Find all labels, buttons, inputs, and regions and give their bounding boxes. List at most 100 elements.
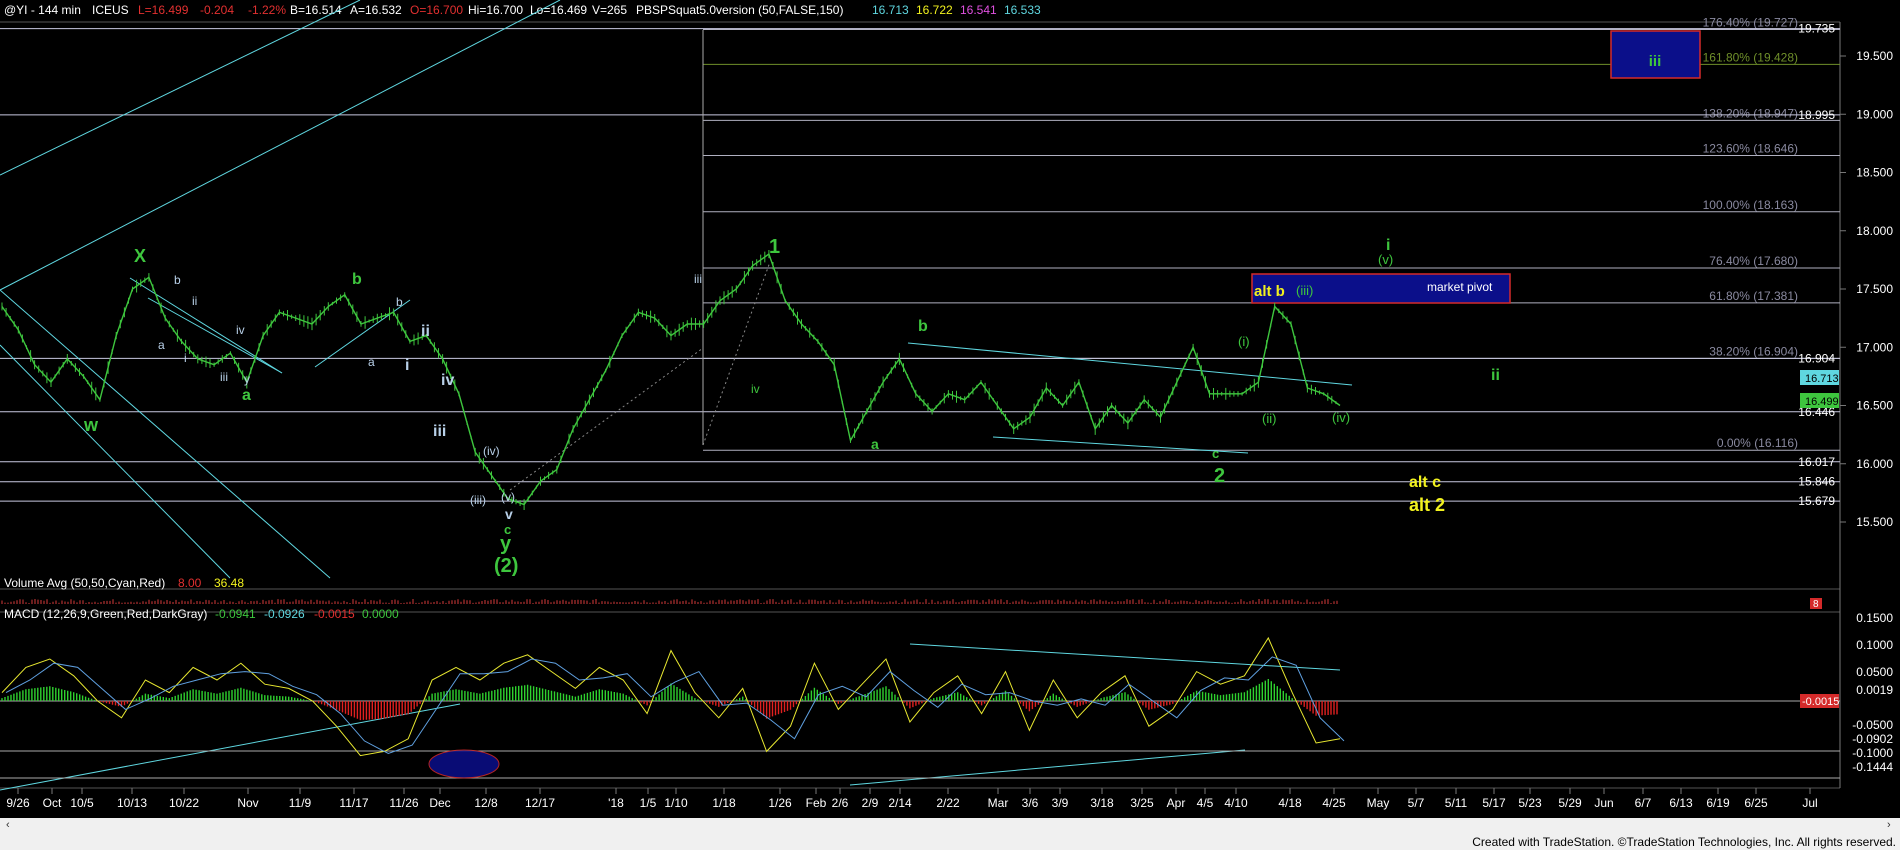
wave-i-small: i <box>184 351 187 365</box>
y-tick-label-4: 17.500 <box>1856 282 1893 296</box>
price-change-pct: -1.22% <box>248 3 286 17</box>
wave-y-small: y <box>244 372 250 386</box>
macd-value-1: -0.0941 <box>215 607 256 621</box>
wave-iii-sub-label: (iii) <box>1296 283 1313 298</box>
wave-X: X <box>134 246 146 266</box>
macd-tick-3: 0.0019 <box>1856 683 1893 697</box>
level-label-5: 15.846 <box>1798 475 1835 489</box>
panel-frames <box>0 21 1841 789</box>
x-tick-label-5: Nov <box>237 796 258 810</box>
wave-iv-small-white: iv <box>236 323 245 337</box>
x-tick-label-9: Dec <box>429 796 450 810</box>
x-tick-label-18: 2/6 <box>832 796 849 810</box>
current-price-tags: 16.713 16.499 <box>1800 370 1839 408</box>
fib-label-5: 76.40% (17.680) <box>1709 254 1798 268</box>
x-tick-label-39: 6/7 <box>1635 796 1652 810</box>
x-tick-label-22: Mar <box>988 796 1009 810</box>
x-tick-label-15: 1/18 <box>712 796 736 810</box>
alt-b-label: alt b <box>1254 283 1285 300</box>
x-tick-label-31: 4/25 <box>1322 796 1346 810</box>
wave-2: 2 <box>1214 465 1225 487</box>
price-axis: 15.500 16.000 16.500 17.000 17.500 18.000 18.5… <box>1840 49 1893 529</box>
x-tick-label-41: 6/19 <box>1706 796 1730 810</box>
study-value-1: 16.713 <box>872 3 909 17</box>
volume-bar-path <box>1 599 1338 604</box>
price-bars <box>1 250 1337 510</box>
wave-a-lower: a <box>871 436 879 452</box>
x-tick-label-32: May <box>1367 796 1390 810</box>
trendline-channel-1 <box>0 0 561 291</box>
y-tick-label-5: 18.000 <box>1856 224 1893 238</box>
x-tick-label-43: Jul <box>1802 796 1817 810</box>
macd-value-3: -0.0015 <box>314 607 355 621</box>
wave-alt-2: alt 2 <box>1409 495 1445 515</box>
wave-iii-small: iii <box>220 370 228 384</box>
macd-axis: 0.15000.10000.05000.0019-0.0500-0.0902-0… <box>1852 611 1893 774</box>
y-tick-label-0: 15.500 <box>1856 515 1893 529</box>
wave-iii-paren-white: (iii) <box>470 493 486 507</box>
y-tick-label-6: 18.500 <box>1856 166 1893 180</box>
wave-ii: ii <box>1491 367 1500 384</box>
macd-lines <box>1 636 1345 757</box>
wave-i-paren: (i) <box>1238 334 1250 349</box>
wave-iii-top: iii <box>694 272 702 286</box>
wave-labels-white: b ii iv a i iii y b a ii i iv iii (iv) (… <box>158 272 702 522</box>
macd-hist-positive <box>1 679 1296 701</box>
macd-tick-2: 0.0500 <box>1856 665 1893 679</box>
x-tick-label-37: 5/29 <box>1558 796 1582 810</box>
price-change: -0.204 <box>200 3 234 17</box>
fib-label-1: 161.80% (19.428) <box>1703 50 1798 64</box>
wave-iii-mid: iii <box>433 423 446 440</box>
volume-bars <box>1 599 1338 604</box>
price-series <box>1 250 1341 510</box>
fib-label-7: 38.20% (16.904) <box>1709 344 1798 358</box>
symbol-label: @YI - 144 min <box>4 3 81 17</box>
macd-tag-text: -0.0015 <box>1802 696 1839 708</box>
macd-trendline-lower-2 <box>849 749 1246 786</box>
fib-label-6: 61.80% (17.381) <box>1709 289 1798 303</box>
exchange-label: ICEUS <box>92 3 129 17</box>
study-value-4: 16.533 <box>1004 3 1041 17</box>
target-box-iii: iii <box>1610 30 1701 79</box>
market-pivot-box: alt b (iii) market pivot <box>1251 273 1511 304</box>
x-tick-label-33: 5/7 <box>1408 796 1425 810</box>
fib-label-2: 138.20% (18.947) <box>1703 106 1798 120</box>
wave-ii-small: ii <box>192 294 197 308</box>
open-price: O=16.700 <box>410 3 463 17</box>
y-tick-label-3: 17.000 <box>1856 340 1893 354</box>
fibonacci-levels: 176.40% (19.727)161.80% (19.428)138.20% … <box>703 16 1840 451</box>
volume-value-1: 8.00 <box>178 576 202 590</box>
y-tick-label-1: 16.000 <box>1856 457 1893 471</box>
scroll-right-icon[interactable]: › <box>1887 819 1891 831</box>
wave-c-under-v: c <box>504 522 511 537</box>
scroll-left-icon[interactable]: ‹ <box>6 819 10 831</box>
wave-b-small: b <box>174 273 181 287</box>
x-tick-label-11: 12/17 <box>525 796 555 810</box>
macd-tick-1: 0.1000 <box>1856 638 1893 652</box>
macd-panel-label: MACD (12,26,9,Green,Red,DarkGray) <box>4 607 207 621</box>
study-name: PBSPSquat5.0version (50,FALSE,150) <box>636 3 843 17</box>
high-price: Hi=16.700 <box>468 3 523 17</box>
wave-2-paren: (2) <box>494 555 518 577</box>
wave-v-paren-white: (v) <box>501 490 515 504</box>
wave-w: w <box>83 415 99 435</box>
x-tick-label-29: 4/10 <box>1224 796 1248 810</box>
macd-tick-6: -0.0902 <box>1852 732 1893 746</box>
x-tick-label-17: Feb <box>806 796 827 810</box>
trendline-wedge-upper <box>907 342 1353 386</box>
y-tick-label-2: 16.500 <box>1856 399 1893 413</box>
x-tick-label-4: 10/22 <box>169 796 199 810</box>
wave-a-small: a <box>158 338 165 352</box>
fib-label-8: 0.00% (16.116) <box>1717 436 1798 450</box>
x-tick-label-2: 10/5 <box>70 796 94 810</box>
x-tick-label-40: 6/13 <box>1669 796 1693 810</box>
y-tick-label-8: 19.500 <box>1856 49 1893 63</box>
wave-labels-yellow: alt c alt 2 <box>1409 474 1445 515</box>
x-tick-label-27: Apr <box>1167 796 1186 810</box>
footer-credit: Created with TradeStation. ©TradeStation… <box>1472 835 1896 849</box>
level-label-6: 15.679 <box>1798 494 1835 508</box>
wave-iv-small: iv <box>751 382 760 396</box>
x-tick-label-7: 11/17 <box>339 796 368 810</box>
price-tag-lower-text: 16.499 <box>1805 396 1839 408</box>
chart-header: @YI - 144 min ICEUS L=16.499 -0.204 -1.2… <box>4 3 1041 17</box>
